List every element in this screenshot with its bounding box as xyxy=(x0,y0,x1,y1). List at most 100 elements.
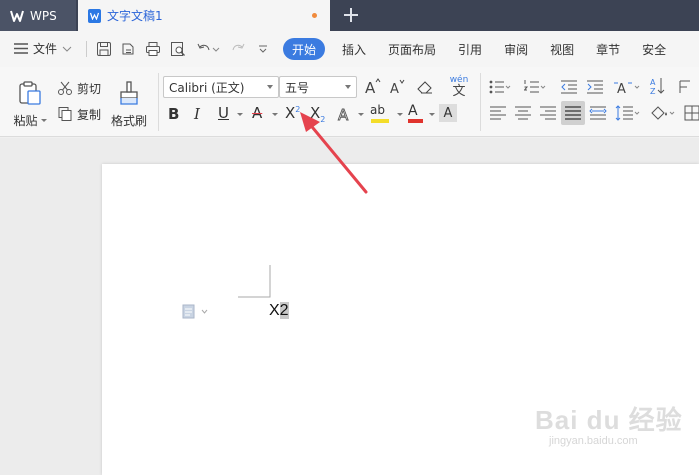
bullet-list-icon[interactable] xyxy=(489,79,511,95)
font-size-select[interactable]: 五号 xyxy=(279,76,357,98)
paintbrush-icon xyxy=(120,80,138,105)
increase-indent-icon[interactable] xyxy=(586,79,604,95)
ribbon-divider xyxy=(480,73,481,131)
align-center-icon[interactable] xyxy=(514,105,532,121)
shading-a-icon: A xyxy=(443,105,453,121)
chevron-down-icon xyxy=(345,85,351,89)
tab-home[interactable]: 开始 xyxy=(283,38,326,60)
scissors-icon xyxy=(58,81,72,95)
clear-formatting-icon[interactable] xyxy=(416,78,434,96)
redo-icon[interactable] xyxy=(230,41,246,57)
file-menu-label: 文件 xyxy=(33,42,58,56)
title-bar: WPS 文字文稿1 xyxy=(0,0,699,31)
paragraph-options-icon[interactable] xyxy=(182,304,212,320)
bold-button[interactable]: B xyxy=(168,105,179,123)
wps-logo-icon xyxy=(10,10,24,22)
show-marks-icon[interactable] xyxy=(676,79,694,95)
tab-security[interactable]: 安全 xyxy=(631,38,677,60)
tab-review[interactable]: 审阅 xyxy=(493,38,539,60)
justify-icon xyxy=(565,106,581,120)
font-size-value: 五号 xyxy=(285,80,310,95)
undo-dropdown-icon[interactable] xyxy=(212,41,220,57)
paste-icon xyxy=(19,80,41,105)
ribbon-divider xyxy=(158,73,159,131)
chevron-down-icon xyxy=(62,46,72,52)
decrease-indent-icon[interactable] xyxy=(560,79,578,95)
cut-button[interactable]: 剪切 xyxy=(57,79,101,97)
selected-text[interactable]: 2 xyxy=(279,302,289,319)
watermark: Bai du 经验 jingyan.baidu.com xyxy=(535,400,683,447)
svg-text:A: A xyxy=(365,79,376,96)
ribbon-tabs: 开始 插入 页面布局 引用 审阅 视图 章节 安全 xyxy=(283,38,677,60)
pinyin-guide-button[interactable]: wén 文 xyxy=(444,76,474,99)
tab-insert[interactable]: 插入 xyxy=(331,38,377,60)
distributed-align-icon[interactable] xyxy=(589,105,607,121)
annotation-arrow-icon xyxy=(300,112,368,194)
hamburger-icon xyxy=(14,43,28,54)
tab-chapter[interactable]: 章节 xyxy=(585,38,631,60)
character-shading-button[interactable]: A xyxy=(439,104,457,122)
justify-button[interactable] xyxy=(561,101,585,125)
menu-divider xyxy=(86,41,87,57)
print-icon[interactable] xyxy=(145,41,161,57)
format-painter-button[interactable]: 格式刷 xyxy=(108,75,150,133)
svg-text:Z: Z xyxy=(650,87,656,96)
document-tab[interactable]: 文字文稿1 xyxy=(78,0,330,31)
font-color-swatch xyxy=(408,119,423,123)
borders-icon[interactable] xyxy=(684,105,699,121)
new-tab-plus-icon[interactable] xyxy=(340,4,362,26)
document-text-main: X xyxy=(269,302,280,319)
document-icon xyxy=(88,8,101,23)
strikethrough-button[interactable]: A xyxy=(252,104,262,122)
copy-label: 复制 xyxy=(77,107,102,122)
sort-icon[interactable]: AZ xyxy=(650,76,666,96)
paste-label: 粘贴 xyxy=(13,113,38,128)
menu-bar: 文件 开始 插入 页面布局 引用 审阅 视图 章节 安全 xyxy=(0,31,699,67)
align-left-icon[interactable] xyxy=(489,105,507,121)
app-label: WPS xyxy=(30,8,57,23)
italic-button[interactable]: I xyxy=(194,105,200,123)
chevron-down-icon xyxy=(267,85,273,89)
font-name-value: Calibri (正文) xyxy=(169,80,245,95)
shrink-font-icon[interactable]: A xyxy=(389,78,407,96)
change-case-icon[interactable]: A xyxy=(612,77,640,97)
grow-font-icon[interactable]: A xyxy=(364,78,382,96)
tab-view[interactable]: 视图 xyxy=(539,38,585,60)
font-name-select[interactable]: Calibri (正文) xyxy=(163,76,279,98)
font-color-label: A xyxy=(408,103,418,119)
copy-button[interactable]: 复制 xyxy=(57,105,101,123)
undo-icon[interactable] xyxy=(196,41,212,57)
shading-fill-icon[interactable] xyxy=(650,104,676,122)
underline-dropdown-icon[interactable] xyxy=(237,113,243,116)
caret-icon xyxy=(40,118,47,122)
tab-references[interactable]: 引用 xyxy=(447,38,493,60)
copy-icon xyxy=(58,107,72,121)
strikethrough-dropdown-icon[interactable] xyxy=(272,113,278,116)
watermark-brand: Bai du 经验 xyxy=(535,405,683,435)
print-preview-icon[interactable] xyxy=(170,41,186,57)
highlight-dropdown-icon[interactable] xyxy=(397,113,403,116)
document-text[interactable]: X2 xyxy=(269,302,289,320)
tab-page-layout[interactable]: 页面布局 xyxy=(377,38,447,60)
unsaved-dot-icon xyxy=(312,13,317,18)
font-color-dropdown-icon[interactable] xyxy=(429,113,435,116)
align-right-icon[interactable] xyxy=(539,105,557,121)
line-spacing-icon[interactable] xyxy=(615,104,641,122)
page-margin-corner xyxy=(238,265,271,298)
pinyin-char-icon: 文 xyxy=(452,84,466,99)
svg-text:A: A xyxy=(617,82,626,97)
svg-text:A: A xyxy=(390,82,399,96)
save-icon[interactable] xyxy=(96,41,112,57)
underline-button[interactable]: U xyxy=(218,104,229,122)
document-tab-label: 文字文稿1 xyxy=(107,9,163,23)
wps-app-tab[interactable]: WPS xyxy=(0,0,76,31)
cut-label: 剪切 xyxy=(77,81,102,96)
font-color-button[interactable]: A xyxy=(408,103,424,123)
numbered-list-icon[interactable] xyxy=(524,79,546,95)
paste-button[interactable]: 粘贴 xyxy=(10,75,50,133)
format-painter-label: 格式刷 xyxy=(110,113,147,128)
customize-toolbar-icon[interactable] xyxy=(258,41,268,57)
svg-text:A: A xyxy=(650,78,656,87)
file-menu[interactable]: 文件 xyxy=(14,40,72,57)
output-icon[interactable] xyxy=(120,41,136,57)
